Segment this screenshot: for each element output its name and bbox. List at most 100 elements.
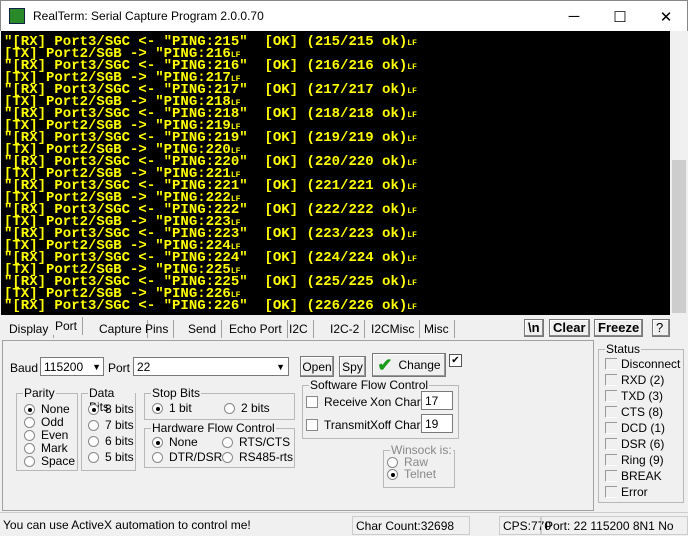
xon-label: Xon Char: — [370, 395, 425, 409]
radio-icon — [224, 403, 235, 414]
baud-select[interactable]: 115200 ▼ — [40, 357, 104, 376]
led-icon — [605, 486, 617, 498]
hw-flow-option[interactable]: RS485-rts — [222, 450, 293, 464]
hw-flow-option[interactable]: DTR/DSR — [152, 450, 222, 464]
data-bits-option[interactable]: 8 bits — [88, 402, 134, 416]
status-indicator: DCD (1) — [605, 421, 665, 435]
change-checkbox[interactable]: ✔ — [449, 354, 462, 367]
port-status: Port: 22 115200 8N1 No — [541, 516, 688, 535]
tab-pins[interactable]: Pins — [140, 320, 175, 338]
led-icon — [605, 470, 617, 482]
transmit-checkbox[interactable]: Transmit — [306, 418, 370, 432]
parity-option[interactable]: Odd — [24, 415, 64, 429]
led-icon — [605, 406, 617, 418]
data-bits-option[interactable]: 5 bits — [88, 450, 134, 464]
tab-i2cmisc[interactable]: I2CMisc — [366, 320, 421, 338]
tab-i2c-2[interactable]: I2C-2 — [325, 320, 366, 338]
tab-echo-port[interactable]: Echo Port — [224, 320, 288, 338]
terminal-output[interactable]: "[RX] Port3/SGC <- "PING:215" [OK] (215/… — [1, 31, 670, 315]
status-group: Status Disconnect RXD (2) TXD (3) CTS (8) DCD… — [598, 342, 684, 503]
tab-port[interactable]: Port — [50, 317, 84, 335]
linefeed-glyph: LF — [407, 231, 417, 240]
parity-title: Parity — [23, 386, 56, 400]
option-label: None — [41, 402, 70, 416]
scrollbar-thumb[interactable] — [672, 160, 686, 313]
open-button[interactable]: Open — [300, 356, 334, 377]
baud-label: Baud — [10, 361, 39, 375]
baud-value: 115200 — [44, 360, 84, 374]
maximize-button[interactable]: ☐ — [597, 1, 643, 32]
data-bits-group: Data Bits 8 bits 7 bits 6 bits 5 bits — [81, 386, 136, 471]
transmit-label: Transmit — [324, 418, 371, 432]
linefeed-glyph: LF — [407, 63, 417, 72]
parity-group: Parity None Odd Even Mark Space — [16, 386, 78, 471]
minimize-button[interactable]: ─ — [551, 1, 597, 32]
winsock-option[interactable]: Telnet — [387, 467, 436, 481]
linefeed-glyph: LF — [407, 111, 417, 120]
stop-bits-option[interactable]: 2 bits — [224, 401, 270, 415]
led-icon — [605, 454, 617, 466]
tab-send[interactable]: Send — [183, 320, 223, 338]
xoff-input[interactable]: 19 — [421, 414, 453, 433]
radio-icon — [88, 436, 99, 447]
receive-checkbox[interactable]: Receive — [306, 395, 367, 409]
radio-icon — [88, 420, 99, 431]
status-label: DCD (1) — [621, 421, 665, 435]
chevron-down-icon: ▼ — [276, 362, 285, 372]
option-label: 1 bit — [169, 401, 192, 415]
option-label: 5 bits — [105, 450, 134, 464]
tab-misc[interactable]: Misc — [419, 320, 455, 338]
status-indicator: Disconnect — [605, 357, 680, 371]
app-icon — [9, 8, 25, 24]
software-flow-group: Software Flow Control Receive Transmit X… — [302, 378, 459, 439]
status-indicator: TXD (3) — [605, 389, 663, 403]
hardware-flow-group: Hardware Flow Control None RTS/CTS DTR/DSR R… — [144, 421, 295, 468]
parity-option[interactable]: Space — [24, 454, 75, 468]
radio-icon — [88, 452, 99, 463]
newline-button[interactable]: \n — [524, 319, 544, 337]
hw-flow-option[interactable]: None — [152, 435, 198, 449]
xon-input[interactable]: 17 — [421, 391, 453, 410]
linefeed-glyph: LF — [407, 207, 417, 216]
hw-flow-option[interactable]: RTS/CTS — [222, 435, 290, 449]
radio-icon — [152, 403, 163, 414]
data-bits-option[interactable]: 7 bits — [88, 418, 134, 432]
port-value: 22 — [137, 360, 151, 374]
data-bits-option[interactable]: 6 bits — [88, 434, 134, 448]
tab-i2c[interactable]: I2C — [284, 320, 314, 338]
tab-display[interactable]: Display — [4, 320, 55, 338]
terminal-line: "[RX] Port3/SGC <- "PING:226" [OK] (226/… — [4, 299, 670, 313]
spy-button[interactable]: Spy — [339, 356, 366, 377]
led-icon — [605, 358, 617, 370]
checkmark-icon: ✔ — [377, 354, 393, 375]
parity-option[interactable]: Even — [24, 428, 68, 442]
port-label: Port — [108, 361, 131, 375]
stop-bits-group: Stop Bits 1 bit 2 bits — [144, 386, 295, 420]
parity-option[interactable]: Mark — [24, 441, 68, 455]
change-button[interactable]: ✔ Change — [372, 353, 446, 377]
port-select[interactable]: 22 ▼ — [133, 357, 289, 376]
clear-button[interactable]: Clear — [549, 319, 590, 337]
parity-option[interactable]: None — [24, 402, 70, 416]
led-icon — [605, 422, 617, 434]
stop-bits-option[interactable]: 1 bit — [152, 401, 192, 415]
radio-icon — [24, 443, 35, 454]
linefeed-glyph: LF — [407, 135, 417, 144]
window-title: RealTerm: Serial Capture Program 2.0.0.7… — [33, 9, 264, 23]
radio-icon — [88, 404, 99, 415]
linefeed-glyph: LF — [407, 159, 417, 168]
status-indicator: DSR (6) — [605, 437, 664, 451]
option-label: Even — [41, 428, 69, 442]
option-label: Space — [41, 454, 76, 468]
close-button[interactable]: ✕ — [643, 1, 688, 32]
option-label: RTS/CTS — [239, 435, 291, 449]
option-label: None — [169, 435, 198, 449]
help-button[interactable]: ? — [652, 319, 670, 337]
xoff-label: Xoff Char: — [370, 418, 424, 432]
freeze-button[interactable]: Freeze — [594, 319, 644, 337]
led-icon — [605, 438, 617, 450]
option-label: 7 bits — [105, 418, 134, 432]
status-title: Status — [605, 342, 642, 356]
status-label: Error — [621, 485, 648, 499]
radio-icon — [24, 456, 35, 467]
